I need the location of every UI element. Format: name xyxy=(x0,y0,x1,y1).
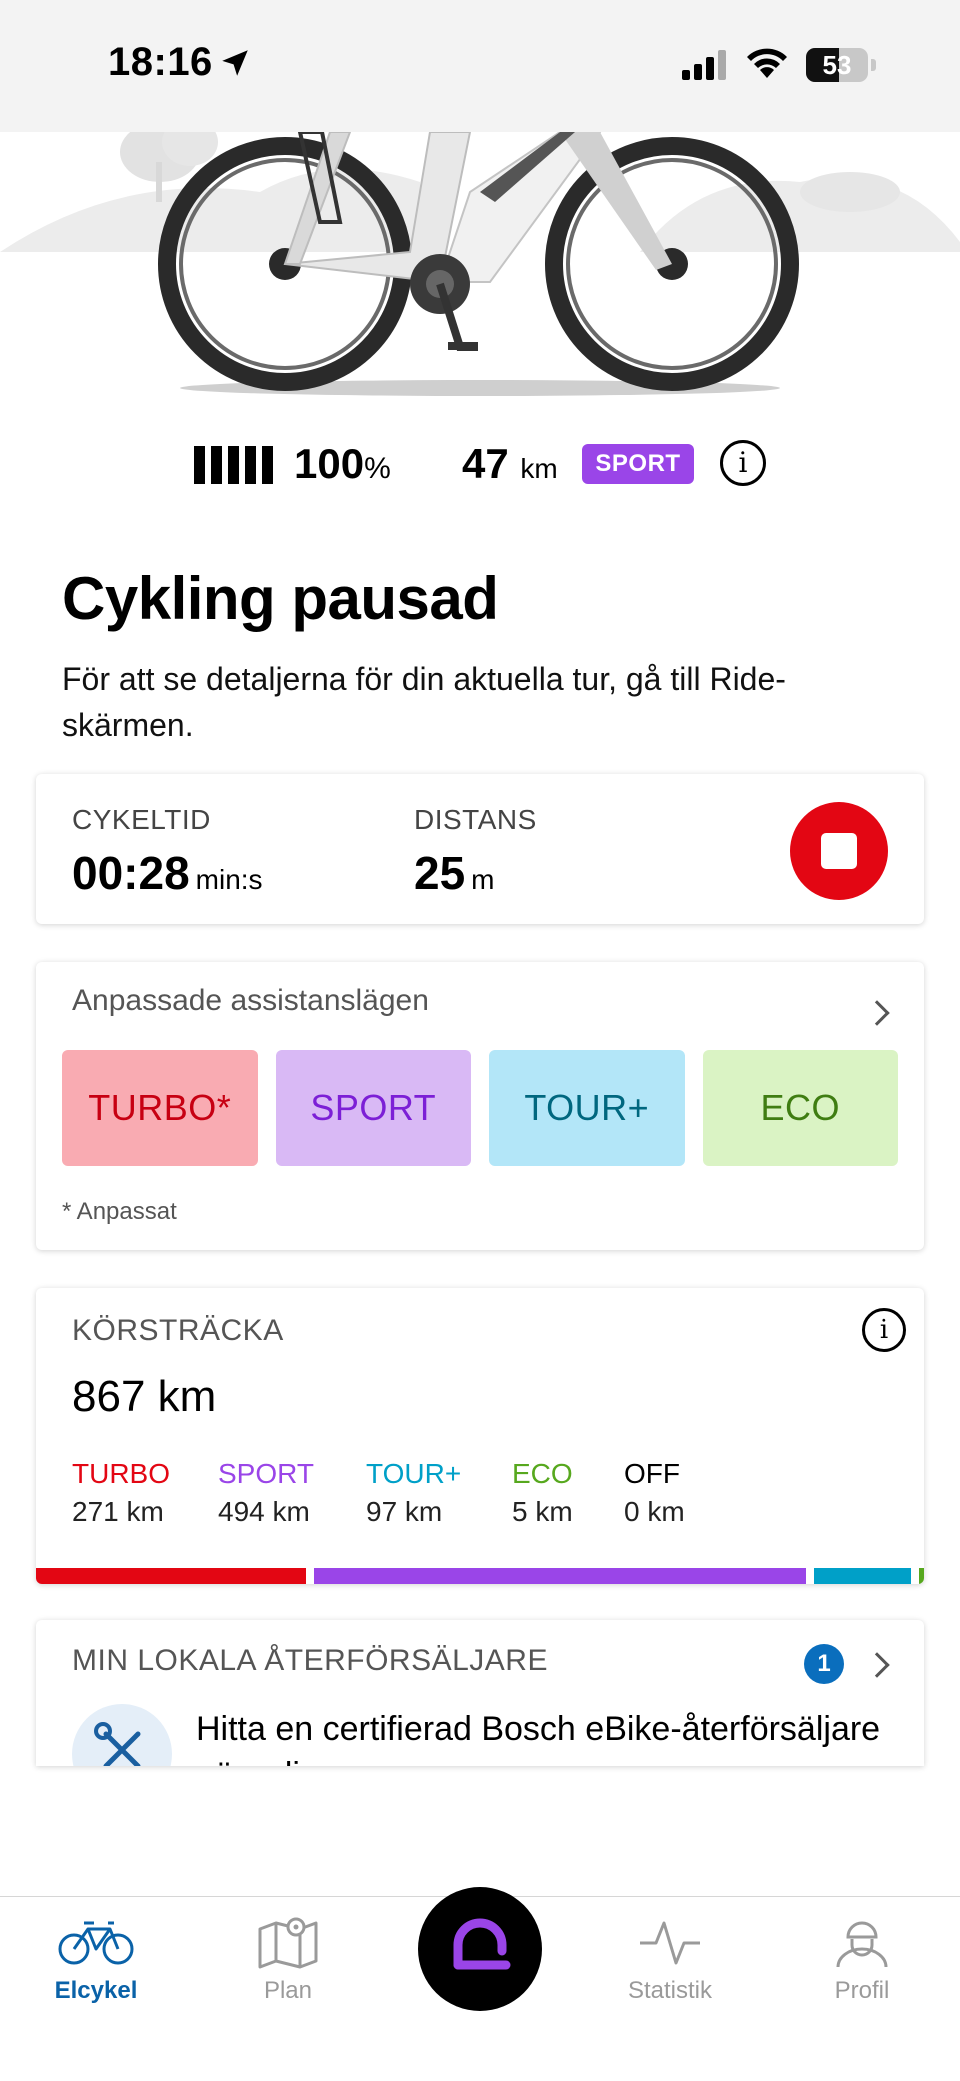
distribution-segment-sport xyxy=(314,1568,807,1584)
ride-time-label: CYKELTID xyxy=(72,804,211,835)
bicycle-icon xyxy=(58,1921,134,1965)
location-arrow-icon xyxy=(222,50,248,76)
distribution-segment-tour-plus xyxy=(814,1568,911,1584)
dealer-card[interactable]: MIN LOKALA ÅTERFÖRSÄLJARE 1 Hitta en cer… xyxy=(36,1620,924,1766)
battery-indicator: 53 xyxy=(806,48,876,82)
ride-logo-icon xyxy=(453,1918,511,1970)
stop-ride-button[interactable] xyxy=(790,802,888,900)
ride-screen-button[interactable] xyxy=(418,1887,542,2011)
dealer-title: MIN LOKALA ÅTERFÖRSÄLJARE xyxy=(72,1644,548,1677)
notification-badge: 1 xyxy=(804,1644,844,1684)
cellular-signal-icon xyxy=(682,50,726,80)
odometer-mode-turbo: TURBO 271 km xyxy=(72,1458,170,1527)
odometer-mode-off: OFF 0 km xyxy=(624,1458,685,1527)
ride-time-value: 00:28 min:s xyxy=(72,847,263,899)
mode-eco[interactable]: ECO xyxy=(702,1050,898,1166)
map-icon xyxy=(258,1917,318,1969)
activity-icon xyxy=(640,1921,700,1965)
tab-plan[interactable]: Plan xyxy=(218,1915,358,2025)
ride-description: För att se detaljerna för din aktuella t… xyxy=(62,661,786,743)
tab-elcykel[interactable]: Elcykel xyxy=(26,1915,166,2025)
mode-sport[interactable]: SPORT xyxy=(275,1050,471,1166)
chevron-right-icon[interactable] xyxy=(864,1000,890,1026)
odometer-card: KÖRSTRÄCKA i 867 km TURBO 271 km SPORT 494… xyxy=(36,1288,924,1584)
odometer-mode-sport: SPORT 494 km xyxy=(218,1458,314,1527)
battery-bars-icon xyxy=(194,446,278,484)
odometer-distribution-bar xyxy=(36,1568,924,1584)
status-bar: 18:16 53 xyxy=(0,0,960,132)
odometer-mode-eco: ECO 5 km xyxy=(512,1458,573,1527)
odometer-total: 867 km xyxy=(72,1372,217,1421)
profile-helmet-icon xyxy=(836,1921,888,1968)
assist-mode-badge: SPORT xyxy=(582,444,694,484)
bike-image xyxy=(0,132,960,412)
distribution-segment-eco xyxy=(919,1568,924,1584)
range-estimate: 47 km xyxy=(462,440,558,487)
assist-modes-title: Anpassade assistanslägen xyxy=(72,984,429,1017)
dealer-description: Hitta en certifierad Bosch eBike-återför… xyxy=(196,1710,881,1766)
mode-tour-plus[interactable]: TOUR+ xyxy=(489,1050,685,1166)
wifi-icon xyxy=(747,48,787,78)
odometer-title: KÖRSTRÄCKA xyxy=(72,1314,284,1347)
tools-icon xyxy=(72,1704,172,1766)
battery-percent: 100% xyxy=(294,440,391,487)
active-ride-card: CYKELTID 00:28 min:s DISTANS 25 m xyxy=(36,774,924,924)
tab-statistik[interactable]: Statistik xyxy=(600,1915,740,2025)
assist-mode-list: TURBO* SPORT TOUR+ ECO xyxy=(62,1050,898,1166)
tab-profil[interactable]: Profil xyxy=(792,1915,932,2025)
stop-icon xyxy=(821,833,857,869)
assist-modes-card[interactable]: Anpassade assistanslägen TURBO* SPORT TO… xyxy=(36,962,924,1250)
bottom-nav: Elcykel Plan Statistik Profil xyxy=(0,1887,960,2081)
distribution-segment-turbo xyxy=(36,1568,307,1584)
custom-footnote: * Anpassat xyxy=(62,1198,177,1225)
page-title: Cykling pausad xyxy=(62,565,499,632)
ride-distance-label: DISTANS xyxy=(414,804,537,835)
status-time: 18:16 xyxy=(108,40,213,84)
ride-distance-value: 25 m xyxy=(414,847,495,899)
odometer-mode-tour: TOUR+ 97 km xyxy=(366,1458,462,1527)
info-icon[interactable]: i xyxy=(720,440,766,486)
chevron-right-icon[interactable] xyxy=(864,1652,890,1678)
mode-turbo[interactable]: TURBO* xyxy=(62,1050,258,1166)
bike-status-line: 100% 47 km SPORT i xyxy=(0,436,960,496)
info-icon[interactable]: i xyxy=(862,1308,906,1352)
